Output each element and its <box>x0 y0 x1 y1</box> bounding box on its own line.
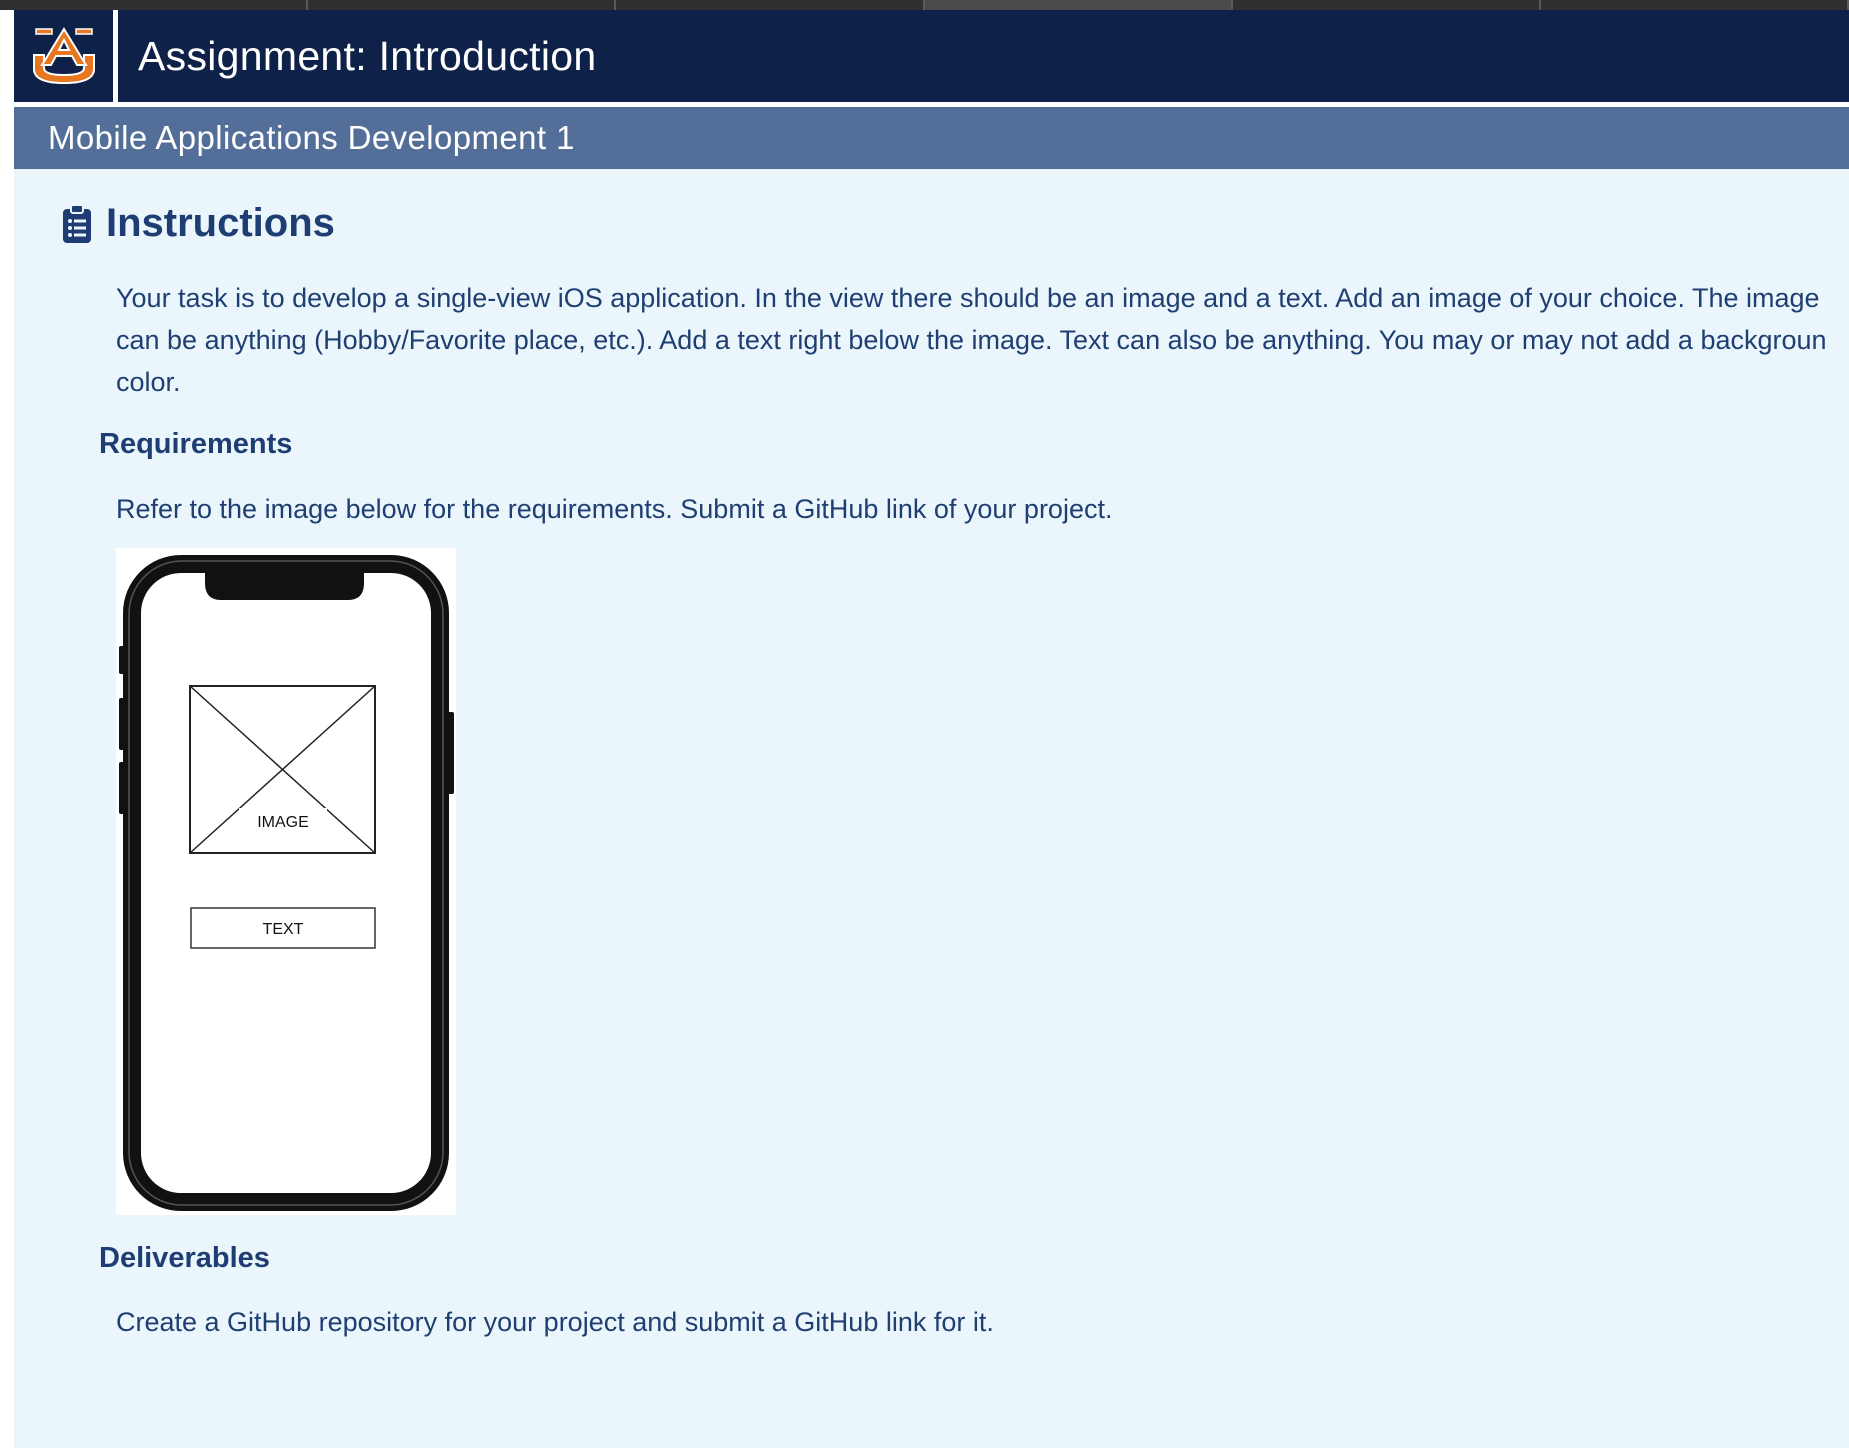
instructions-line-1: Your task is to develop a single-view iO… <box>116 283 1820 313</box>
instructions-heading: Instructions <box>62 201 335 246</box>
browser-tab-active[interactable] <box>924 0 1233 10</box>
deliverables-heading: Deliverables <box>99 1242 270 1274</box>
browser-tab-strip <box>0 0 1849 10</box>
instructions-title: Instructions <box>106 201 335 245</box>
left-gutter <box>0 10 14 1448</box>
image-placeholder-label: IMAGE <box>257 814 309 831</box>
instructions-line-2: can be anything (Hobby/Favorite place, e… <box>116 325 1827 355</box>
deliverables-text: Create a GitHub repository for your proj… <box>116 1307 994 1337</box>
browser-tab[interactable] <box>308 0 617 10</box>
phone-wireframe: IMAGE TEXT <box>119 555 454 1211</box>
requirements-text: Refer to the image below for the require… <box>116 494 1113 524</box>
requirements-heading: Requirements <box>99 428 293 460</box>
auburn-logo[interactable] <box>14 10 118 102</box>
assignment-content: Instructions Your task is to develop a s… <box>14 169 1849 1448</box>
browser-tab[interactable] <box>1232 0 1541 10</box>
au-logo-icon <box>32 27 95 85</box>
text-placeholder-label: TEXT <box>263 921 304 938</box>
browser-tab[interactable] <box>1540 0 1849 10</box>
phone-wireframe-image: IMAGE TEXT <box>116 548 456 1215</box>
page-title: Assignment: Introduction <box>138 32 597 79</box>
course-bar: Mobile Applications Development 1 <box>14 107 1849 169</box>
browser-tab[interactable] <box>616 0 925 10</box>
instructions-line-3: color. <box>116 367 181 397</box>
header-bar: Assignment: Introduction <box>14 10 1849 102</box>
clipboard-list-icon <box>63 203 91 243</box>
browser-tab[interactable] <box>0 0 309 10</box>
course-name[interactable]: Mobile Applications Development 1 <box>48 119 575 157</box>
